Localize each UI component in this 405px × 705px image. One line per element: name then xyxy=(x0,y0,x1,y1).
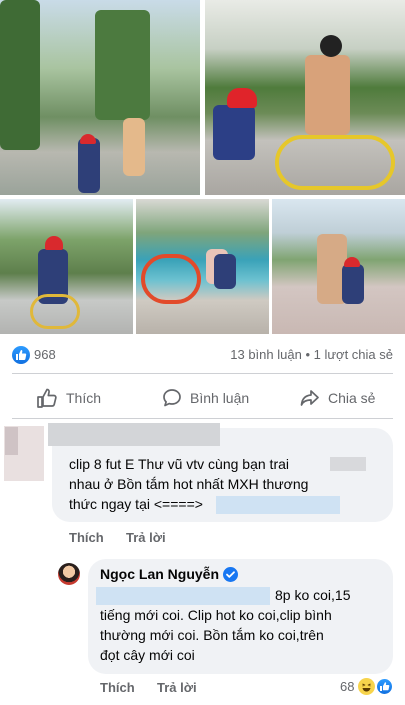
like-button[interactable]: Thích xyxy=(36,380,101,416)
comment-button-label: Bình luận xyxy=(190,390,250,406)
divider-bottom xyxy=(12,418,393,419)
comment-2-reply-link[interactable]: Trả lời xyxy=(157,680,197,695)
photo-kids-cycling-path[interactable] xyxy=(0,0,200,195)
post-counts: 13 bình luận • 1 lượt chia sẻ xyxy=(230,347,393,362)
comments-count-link[interactable]: 13 bình luận xyxy=(230,347,302,362)
like-reaction-small-icon[interactable] xyxy=(376,678,393,695)
share-button[interactable]: Chia sẻ xyxy=(300,380,375,416)
comment-bubble-icon xyxy=(163,389,181,407)
author-name-redacted xyxy=(48,423,220,446)
share-arrow-icon xyxy=(300,390,319,406)
photo-mother-child-cycling[interactable] xyxy=(205,0,405,195)
comment-2-reaction-count[interactable]: 68 xyxy=(340,679,354,694)
thumbs-up-icon xyxy=(37,388,57,408)
comment-2-line-2: tiếng mới coi. Clip hot ko coi,clip bình xyxy=(100,607,332,623)
comment-1-line-2: nhau ở Bồn tắm hot nhất MXH thương xyxy=(69,476,309,492)
photo-kids-by-pool[interactable] xyxy=(136,199,269,334)
avatar-ngoc-lan[interactable] xyxy=(58,563,80,585)
redacted-link[interactable] xyxy=(216,496,340,514)
reaction-count[interactable]: 968 xyxy=(34,347,56,362)
divider-top xyxy=(12,373,393,374)
post-photo-grid xyxy=(0,0,405,336)
like-reaction-icon[interactable] xyxy=(12,346,30,364)
comment-2-line-1: 8p ko coi,15 xyxy=(275,587,351,603)
comment-1-reply-link[interactable]: Trả lời xyxy=(126,530,166,545)
like-button-label: Thích xyxy=(66,390,102,406)
post-action-bar: Thích Bình luận Chia sẻ xyxy=(0,380,405,416)
comment-2-line-4: đọt cây mới coi xyxy=(100,647,195,663)
verified-badge-icon xyxy=(223,567,238,582)
comment-1-like-link[interactable]: Thích xyxy=(69,530,104,545)
comment-2-author[interactable]: Ngọc Lan Nguyễn xyxy=(100,566,219,582)
redaction-block xyxy=(5,427,18,455)
photo-mother-child-walking[interactable] xyxy=(272,199,405,334)
comment-1-line-3: thức ngay tại <====> xyxy=(69,496,203,512)
comment-2-line-3: thường mới coi. Bồn tắm ko coi,trên xyxy=(100,627,324,643)
comment-button[interactable]: Bình luận xyxy=(162,380,249,416)
photo-boy-bicycle-road[interactable] xyxy=(0,199,133,334)
comment-1-line-1: clip 8 fut E Thư vũ vtv cùng bạn trai xyxy=(69,456,290,472)
share-button-label: Chia sẻ xyxy=(328,390,376,406)
dot-separator: • xyxy=(305,347,314,362)
redacted-link[interactable] xyxy=(96,587,270,605)
redaction-block xyxy=(330,457,366,471)
shares-count-link[interactable]: 1 lượt chia sẻ xyxy=(314,347,393,362)
comment-2-like-link[interactable]: Thích xyxy=(100,680,135,695)
post-stats-row: 968 13 bình luận • 1 lượt chia sẻ xyxy=(12,345,393,365)
laugh-reaction-icon[interactable] xyxy=(358,678,375,695)
